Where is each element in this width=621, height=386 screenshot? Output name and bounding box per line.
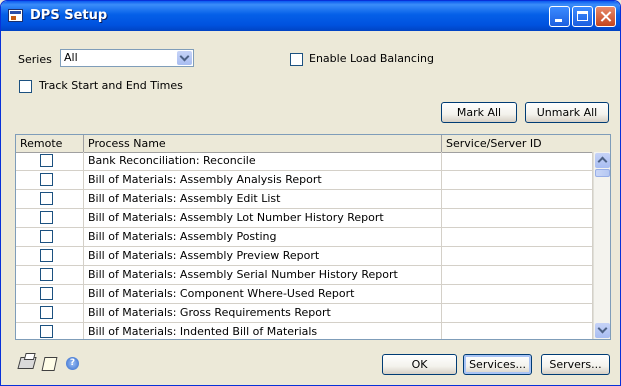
vertical-scrollbar[interactable] xyxy=(593,152,610,339)
remote-checkbox[interactable] xyxy=(40,230,53,243)
table-row[interactable]: Bill of Materials: Assembly Analysis Rep… xyxy=(16,171,593,190)
grid-header: Remote Process Name Service/Server ID xyxy=(16,135,610,153)
process-name-cell: Bank Reconciliation: Reconcile xyxy=(84,152,442,170)
remote-cell xyxy=(16,171,84,189)
minimize-button[interactable] xyxy=(549,6,570,27)
process-name-cell: Bill of Materials: Indented Bill of Mate… xyxy=(84,323,442,339)
service-server-id-cell[interactable] xyxy=(442,323,593,339)
process-name-cell: Bill of Materials: Assembly Edit List xyxy=(84,190,442,208)
remote-checkbox[interactable] xyxy=(40,249,53,262)
scroll-thumb[interactable] xyxy=(595,169,610,177)
service-server-id-cell[interactable] xyxy=(442,190,593,208)
remote-cell xyxy=(16,190,84,208)
table-row[interactable]: Bank Reconciliation: Reconcile xyxy=(16,152,593,171)
printer-icon[interactable] xyxy=(17,357,37,369)
dps-setup-window: DPS Setup Series All Enable Load Balanci… xyxy=(0,0,621,386)
scroll-up-icon[interactable] xyxy=(595,153,610,168)
mark-all-button[interactable]: Mark All xyxy=(441,102,517,123)
service-server-id-cell[interactable] xyxy=(442,209,593,227)
process-name-cell: Bill of Materials: Assembly Analysis Rep… xyxy=(84,171,442,189)
remote-checkbox[interactable] xyxy=(40,211,53,224)
scroll-down-icon[interactable] xyxy=(595,323,610,338)
remote-cell xyxy=(16,209,84,227)
remote-checkbox[interactable] xyxy=(40,192,53,205)
window-title: DPS Setup xyxy=(30,8,108,23)
track-times-checkbox[interactable] xyxy=(19,80,32,93)
track-times-label: Track Start and End Times xyxy=(39,79,183,92)
process-name-cell: Bill of Materials: Component Where-Used … xyxy=(84,285,442,303)
maximize-button[interactable] xyxy=(572,6,593,27)
remote-checkbox[interactable] xyxy=(40,154,53,167)
service-server-id-cell[interactable] xyxy=(442,247,593,265)
window-icon xyxy=(8,9,23,22)
note-icon[interactable] xyxy=(41,357,58,371)
close-button[interactable] xyxy=(595,6,616,27)
process-grid: Remote Process Name Service/Server ID Ba… xyxy=(15,134,611,340)
column-header-remote[interactable]: Remote xyxy=(16,135,84,152)
services-button[interactable]: Services... xyxy=(463,354,532,375)
service-server-id-cell[interactable] xyxy=(442,266,593,284)
remote-checkbox[interactable] xyxy=(40,173,53,186)
table-row[interactable]: Bill of Materials: Component Where-Used … xyxy=(16,285,593,304)
remote-checkbox[interactable] xyxy=(40,306,53,319)
series-value: All xyxy=(64,51,78,64)
servers-button[interactable]: Servers... xyxy=(541,354,610,375)
title-bar[interactable]: DPS Setup xyxy=(1,1,620,31)
remote-cell xyxy=(16,152,84,170)
table-row[interactable]: Bill of Materials: Assembly Edit List xyxy=(16,190,593,209)
service-server-id-cell[interactable] xyxy=(442,285,593,303)
remote-cell xyxy=(16,285,84,303)
table-row[interactable]: Bill of Materials: Gross Requirements Re… xyxy=(16,304,593,323)
process-name-cell: Bill of Materials: Assembly Preview Repo… xyxy=(84,247,442,265)
remote-cell xyxy=(16,304,84,322)
table-row[interactable]: Bill of Materials: Assembly Posting xyxy=(16,228,593,247)
remote-checkbox[interactable] xyxy=(40,287,53,300)
series-label: Series xyxy=(18,53,52,66)
remote-checkbox[interactable] xyxy=(40,325,53,338)
process-name-cell: Bill of Materials: Gross Requirements Re… xyxy=(84,304,442,322)
unmark-all-button[interactable]: Unmark All xyxy=(525,102,609,123)
table-row[interactable]: Bill of Materials: Assembly Lot Number H… xyxy=(16,209,593,228)
column-header-process-name[interactable]: Process Name xyxy=(84,135,442,152)
chevron-down-icon[interactable] xyxy=(177,51,192,65)
table-row[interactable]: Bill of Materials: Assembly Preview Repo… xyxy=(16,247,593,266)
enable-load-balancing-label: Enable Load Balancing xyxy=(309,52,434,65)
process-name-cell: Bill of Materials: Assembly Serial Numbe… xyxy=(84,266,442,284)
help-icon[interactable]: ? xyxy=(66,357,79,370)
service-server-id-cell[interactable] xyxy=(442,228,593,246)
remote-cell xyxy=(16,323,84,339)
remote-cell xyxy=(16,247,84,265)
service-server-id-cell[interactable] xyxy=(442,304,593,322)
service-server-id-cell[interactable] xyxy=(442,152,593,170)
process-name-cell: Bill of Materials: Assembly Posting xyxy=(84,228,442,246)
ok-button[interactable]: OK xyxy=(382,354,457,375)
remote-cell xyxy=(16,228,84,246)
column-header-service-server-id[interactable]: Service/Server ID xyxy=(442,135,610,152)
table-row[interactable]: Bill of Materials: Assembly Serial Numbe… xyxy=(16,266,593,285)
remote-checkbox[interactable] xyxy=(40,268,53,281)
service-server-id-cell[interactable] xyxy=(442,171,593,189)
enable-load-balancing-checkbox[interactable] xyxy=(290,53,303,66)
table-row[interactable]: Bill of Materials: Indented Bill of Mate… xyxy=(16,323,593,339)
process-name-cell: Bill of Materials: Assembly Lot Number H… xyxy=(84,209,442,227)
series-select[interactable]: All xyxy=(60,49,194,67)
remote-cell xyxy=(16,266,84,284)
